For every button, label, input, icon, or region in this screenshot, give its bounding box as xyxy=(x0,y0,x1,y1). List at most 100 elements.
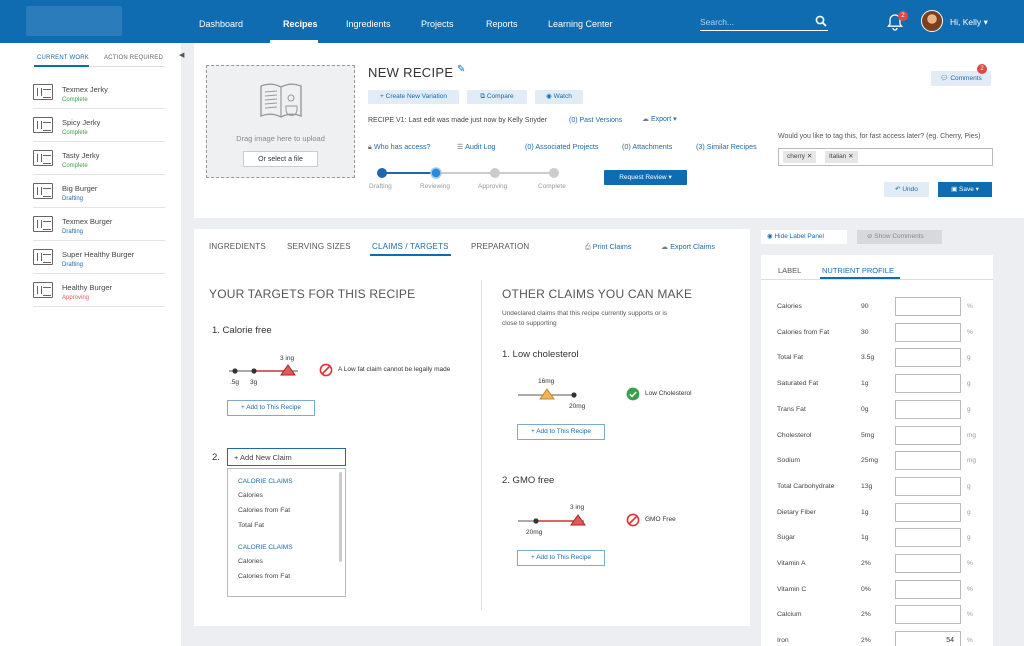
remove-tag-icon[interactable]: ✕ xyxy=(807,153,812,160)
other-claims-subtext-1: Undeclared claims that this recipe curre… xyxy=(502,310,668,317)
add-to-recipe-button[interactable]: + Add to This Recipe xyxy=(227,400,315,416)
export-menu[interactable]: ☁ Export ▾ xyxy=(642,115,677,123)
undo-label: Undo xyxy=(902,186,918,193)
user-menu[interactable]: Hi, Kelly ▾ xyxy=(950,17,988,28)
nutrient-unit: % xyxy=(967,560,973,567)
other-1-title: 1. Low cholesterol xyxy=(502,349,579,360)
work-item[interactable]: Super Healthy Burger Drafting xyxy=(33,241,165,274)
add-to-recipe-button[interactable]: + Add to This Recipe xyxy=(517,424,605,440)
tab-current-work[interactable]: CURRENT WORK xyxy=(37,55,89,61)
nutrient-target-input[interactable] xyxy=(895,476,961,496)
label-tab-indicator xyxy=(820,277,900,279)
attachments-link[interactable]: (0) Attachments xyxy=(622,142,672,151)
edit-title-icon[interactable]: ✎ xyxy=(457,64,465,75)
recipe-book-icon xyxy=(33,117,53,133)
nutrient-target-input[interactable] xyxy=(895,322,961,342)
other-claims-heading: OTHER CLAIMS YOU CAN MAKE xyxy=(502,287,693,301)
nav-dashboard[interactable]: Dashboard xyxy=(199,19,243,29)
nutrient-target-input[interactable] xyxy=(895,374,961,394)
save-button[interactable]: ▣ Save ▾ xyxy=(938,182,992,197)
nutrient-target-input[interactable] xyxy=(895,605,961,625)
work-item[interactable]: Spicy Jerky Complete xyxy=(33,109,165,142)
nutrient-target-input[interactable] xyxy=(895,631,961,646)
tag-input[interactable]: cherry ✕ Italian ✕ xyxy=(778,148,993,166)
target-1-marker-label: 3 ing xyxy=(280,355,295,362)
other-2-result: GMO Free xyxy=(645,516,676,523)
other-2-scale xyxy=(518,514,586,526)
nutrient-target-input[interactable] xyxy=(895,502,961,522)
tab-label[interactable]: LABEL xyxy=(778,266,801,275)
nav-learning-center[interactable]: Learning Center xyxy=(548,19,613,29)
associated-projects-link[interactable]: (0) Associated Projects xyxy=(525,142,599,151)
dropdown-option[interactable]: Total Fat xyxy=(238,522,264,529)
lock-icon: 🔒︎ xyxy=(368,142,372,151)
nutrient-name: Vitamin C xyxy=(777,585,807,593)
compare-button[interactable]: ⧉ Compare xyxy=(467,90,527,104)
nav-recipes[interactable]: Recipes xyxy=(283,19,318,29)
nutrient-unit: g xyxy=(967,508,971,516)
nutrient-target-input[interactable] xyxy=(895,399,961,419)
avatar[interactable] xyxy=(921,10,943,32)
logo[interactable] xyxy=(26,6,122,36)
nutrient-target-input[interactable] xyxy=(895,554,961,573)
watch-button[interactable]: ◉ Watch xyxy=(535,90,583,104)
nutrient-row: Iron 2%% xyxy=(777,631,982,646)
tag-chip-label: Italian xyxy=(829,153,847,160)
create-variation-button[interactable]: + Create New Variation xyxy=(368,90,459,104)
comments-count-badge: 2 xyxy=(977,64,987,74)
add-new-claim-input[interactable] xyxy=(227,448,346,466)
add-to-recipe-button[interactable]: + Add to This Recipe xyxy=(517,550,605,566)
work-item[interactable]: Texmex Burger Drafting xyxy=(33,208,165,241)
dropdown-scrollbar[interactable] xyxy=(339,472,342,562)
work-item[interactable]: Tasty Jerky Complete xyxy=(33,142,165,175)
nutrient-unit: mg xyxy=(967,431,977,439)
nutrient-target-input[interactable] xyxy=(895,297,961,316)
work-item[interactable]: Texmex Jerky Complete xyxy=(33,76,165,109)
nutrient-target-input[interactable] xyxy=(895,451,961,471)
nutrient-target-input[interactable] xyxy=(895,528,961,548)
recipe-book-icon xyxy=(260,83,302,118)
tab-nutrient-profile[interactable]: NUTRIENT PROFILE xyxy=(822,266,894,275)
nutrient-target-input[interactable] xyxy=(895,348,961,368)
nutrient-target-input[interactable] xyxy=(895,425,961,445)
compare-icon: ⧉ xyxy=(480,93,486,100)
nutrient-value: 90 xyxy=(861,303,869,310)
recipe-book-icon xyxy=(33,183,53,199)
work-item[interactable]: Healthy Burger Approving xyxy=(33,274,165,307)
show-comments-button[interactable]: ⊘ Show Comments xyxy=(857,230,942,244)
target-1-warning: A Low fat claim cannot be legally made xyxy=(338,366,451,373)
tab-claims-targets[interactable]: CLAIMS / TARGETS xyxy=(372,242,449,251)
print-claims-button[interactable]: ⎙ Print Claims xyxy=(585,242,632,252)
dropdown-option[interactable]: Calories xyxy=(238,492,263,499)
dropdown-option[interactable]: Calories xyxy=(238,558,263,565)
nav-projects[interactable]: Projects xyxy=(421,19,454,29)
who-has-access-link[interactable]: 🔒︎ Who has access? xyxy=(368,142,431,152)
export-claims-button[interactable]: ☁ Export Claims xyxy=(661,242,715,251)
watch-label: Watch xyxy=(553,93,572,100)
work-item[interactable]: Big Burger Drafting xyxy=(33,175,165,208)
collapse-sidebar-icon[interactable]: ◀ xyxy=(179,51,184,59)
remove-tag-icon[interactable]: ✕ xyxy=(848,153,853,160)
past-versions-link[interactable]: (0) Past Versions xyxy=(569,117,622,124)
tab-serving-sizes[interactable]: SERVING SIZES xyxy=(287,242,351,251)
nutrient-target-input[interactable] xyxy=(895,579,961,599)
search-input[interactable] xyxy=(700,14,828,31)
undo-button[interactable]: ↶ Undo xyxy=(884,182,929,197)
nutrient-row: Calories from Fat 30% xyxy=(777,322,982,343)
tab-preparation[interactable]: PREPARATION xyxy=(471,242,529,251)
similar-recipes-link[interactable]: (3) Similar Recipes xyxy=(696,142,757,151)
tab-ingredients[interactable]: INGREDIENTS xyxy=(209,242,266,251)
claims-tab-indicator xyxy=(370,254,451,256)
audit-log-link[interactable]: ☰ Audit Log xyxy=(457,142,495,151)
hide-label-panel-button[interactable]: ◉ Hide Label Panel xyxy=(761,230,847,244)
dropdown-option[interactable]: Calories from Fat xyxy=(238,573,290,580)
nav-reports[interactable]: Reports xyxy=(486,19,518,29)
other-1-result: Low Cholesterol xyxy=(645,390,692,397)
request-review-button[interactable]: Request Review ▾ xyxy=(604,170,687,185)
tab-action-required[interactable]: ACTION REQUIRED xyxy=(104,55,163,61)
check-circle-icon xyxy=(626,387,640,401)
select-file-button[interactable]: Or select a file xyxy=(243,151,318,167)
dropdown-option[interactable]: Calories from Fat xyxy=(238,507,290,514)
search-icon[interactable] xyxy=(815,15,827,27)
nav-ingredients[interactable]: Ingredients xyxy=(346,19,391,29)
